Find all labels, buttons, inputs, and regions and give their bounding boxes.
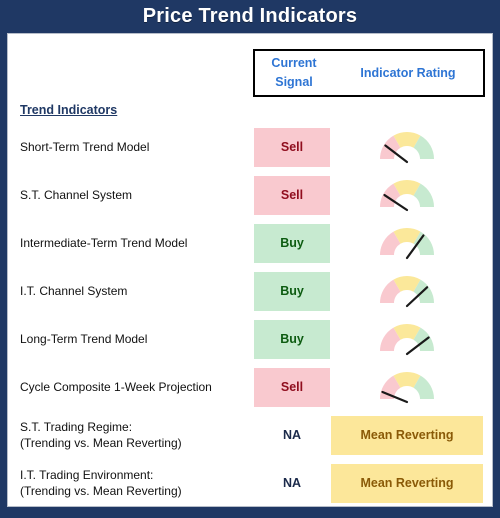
column-header-current-signal-line1: Current [271,55,317,70]
table-row: S.T. Trading Regime: (Trending vs. Mean R… [8,411,492,459]
current-signal-cell: NA [253,459,331,506]
indicator-label-line1: I.T. Channel System [20,283,128,298]
signal-badge: Sell [254,175,330,215]
signal-badge: NA [282,428,302,442]
gauge-icon [378,321,436,357]
indicator-rating-cell: Mean Reverting [331,459,483,506]
indicator-label: Intermediate-Term Trend Model [20,219,248,267]
indicator-rating-cell [331,363,483,411]
signal-badge: Sell [254,367,330,407]
table-row: Short-Term Trend Model Sell [8,123,492,171]
indicator-label-line1: Long-Term Trend Model [20,331,148,346]
indicator-label: Short-Term Trend Model [20,123,248,171]
indicator-label-line1: Short-Term Trend Model [20,139,150,154]
indicator-label: Long-Term Trend Model [20,315,248,363]
rating-pill: Mean Reverting [331,463,483,503]
indicator-rating-cell [331,219,483,267]
current-signal-cell: Buy [253,315,331,363]
table-row: I.T. Channel System Buy [8,267,492,315]
title-bar: Price Trend Indicators [0,0,500,33]
gauge-icon [378,225,436,261]
indicator-label-line1: Intermediate-Term Trend Model [20,235,188,250]
table-row: S.T. Channel System Sell [8,171,492,219]
gauge-icon [378,273,436,309]
current-signal-cell: Buy [253,267,331,315]
indicator-label: S.T. Trading Regime: (Trending vs. Mean R… [20,411,248,459]
table-row: Intermediate-Term Trend Model Buy [8,219,492,267]
indicator-label-line1: S.T. Channel System [20,187,133,202]
column-header-box: Current Signal Indicator Rating [253,49,485,97]
indicator-label: S.T. Channel System [20,171,248,219]
current-signal-cell: Buy [253,219,331,267]
section-heading-trend-indicators: Trend Indicators [20,103,118,117]
rating-pill: Mean Reverting [331,415,483,455]
page-title: Price Trend Indicators [142,5,358,27]
indicator-panel: Current Signal Indicator Rating Trend In… [7,33,493,507]
gauge-icon [378,129,436,165]
column-header-current-signal-line2: Signal [275,75,313,89]
indicator-label: Cycle Composite 1-Week Projection [20,363,248,411]
indicator-rating-cell [331,171,483,219]
table-row: Long-Term Trend Model Buy [8,315,492,363]
signal-badge: Buy [254,319,330,359]
signal-badge: Buy [254,223,330,263]
gauge-icon [378,177,436,213]
gauge-icon [378,369,436,405]
table-row: I.T. Trading Environment: (Trending vs. M… [8,459,492,506]
indicator-label: I.T. Channel System [20,267,248,315]
indicator-label-line1: I.T. Trading Environment: [20,467,154,482]
report-frame: Price Trend Indicators Current Signal In… [0,0,500,518]
indicator-label: I.T. Trading Environment: (Trending vs. M… [20,459,248,506]
signal-badge: NA [282,476,302,490]
table-row: Cycle Composite 1-Week Projection Sell [8,363,492,411]
indicator-rating-cell: Mean Reverting [331,411,483,459]
signal-badge: Sell [254,127,330,167]
current-signal-cell: Sell [253,363,331,411]
indicator-label-line2: (Trending vs. Mean Reverting) [20,484,182,498]
column-header-current-signal: Current Signal [255,51,333,95]
indicator-label-line2: (Trending vs. Mean Reverting) [20,436,182,450]
indicator-rating-cell [331,267,483,315]
current-signal-cell: Sell [253,123,331,171]
column-header-indicator-rating: Indicator Rating [360,66,456,80]
indicator-rating-cell [331,315,483,363]
current-signal-cell: Sell [253,171,331,219]
signal-badge: Buy [254,271,330,311]
current-signal-cell: NA [253,411,331,459]
indicator-rating-cell [331,123,483,171]
indicator-label-line1: S.T. Trading Regime: [20,419,133,434]
indicator-label-line1: Cycle Composite 1-Week Projection [20,379,212,394]
